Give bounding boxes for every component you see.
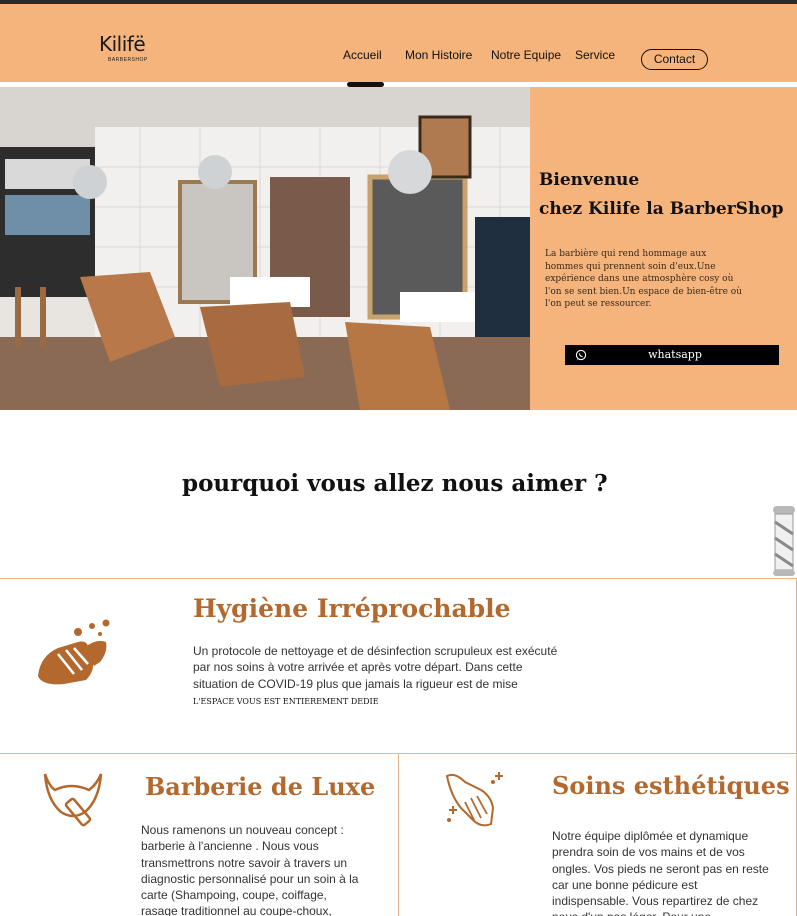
barbershop-interior-photo — [0, 87, 530, 410]
whatsapp-button[interactable]: whatsapp — [565, 345, 779, 365]
feature-luxury-text: Nous ramenons un nouveau concept : barbe… — [141, 823, 359, 916]
hero-title: Bienvenue chez Kilife la BarberShop — [539, 166, 784, 224]
beard-razor-icon — [43, 773, 103, 827]
hero-description: La barbière qui rend hommage aux hommes … — [545, 249, 743, 309]
kilife-logo[interactable]: Kilifë BARBERSHOP — [99, 32, 159, 72]
feature-luxury-title: Barberie de Luxe — [145, 772, 376, 801]
nav-accueil[interactable]: Accueil — [343, 48, 382, 62]
site-header: Kilifë BARBERSHOP — [0, 4, 797, 82]
hero-title-line2: chez Kilife la BarberShop — [539, 199, 784, 219]
logo-subtitle: BARBERSHOP — [108, 57, 148, 63]
nav-mon-histoire[interactable]: Mon Histoire — [405, 48, 472, 62]
nav-service[interactable]: Service — [575, 48, 615, 62]
logo-text: Kilifë — [99, 32, 146, 56]
contact-button[interactable]: Contact — [641, 49, 708, 70]
whatsapp-label: whatsapp — [648, 348, 702, 361]
section-title-why: pourquoi vous allez nous aimer ? — [182, 470, 608, 497]
nav-notre-equipe[interactable]: Notre Equipe — [491, 48, 561, 62]
feature-hygiene-title: Hygiène Irréprochable — [193, 594, 511, 623]
hand-washing-icon — [38, 619, 110, 685]
feature-care-text: Notre équipe diplômée et dynamique prend… — [552, 829, 769, 916]
hand-care-icon — [445, 772, 503, 827]
hero-title-line1: Bienvenue — [539, 170, 640, 190]
feature-hygiene-note: L'ESPACE VOUS EST ENTIEREMENT DEDIE — [193, 697, 379, 706]
feature-care-title: Soins esthétiques — [552, 771, 790, 800]
barber-pole-icon — [767, 504, 797, 578]
feature-hygiene-text: Un protocole de nettoyage et de désinfec… — [193, 644, 558, 691]
